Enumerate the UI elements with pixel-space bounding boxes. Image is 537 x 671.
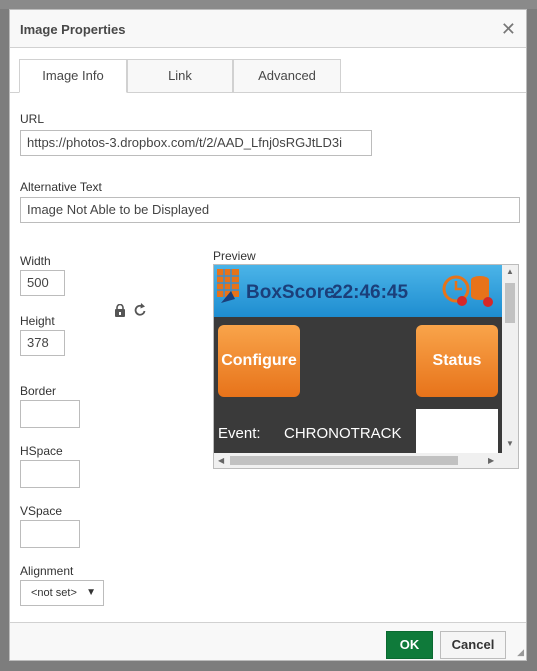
hspace-input[interactable] xyxy=(20,460,80,488)
vspace-input[interactable] xyxy=(20,520,80,548)
preview-label: Preview xyxy=(213,249,256,263)
preview-horizontal-scrollbar[interactable]: ◀ ▶ xyxy=(214,453,518,468)
tab-image-info[interactable]: Image Info xyxy=(19,59,127,93)
tab-bar: Image Info Link Advanced xyxy=(10,59,526,93)
alt-text-input[interactable]: Image Not Able to be Displayed xyxy=(20,197,520,223)
preview-status-button: Status xyxy=(416,325,498,397)
border-input[interactable] xyxy=(20,400,80,428)
preview-pane[interactable]: BoxScore 22:46:45 Configure Status Event… xyxy=(213,264,519,469)
alignment-select[interactable]: <not set> ▼ xyxy=(20,580,104,606)
preview-image: BoxScore 22:46:45 Configure Status Event… xyxy=(214,265,502,453)
cancel-button[interactable]: Cancel xyxy=(440,631,506,659)
dialog-titlebar: Image Properties ✕ xyxy=(10,10,526,48)
grid-logo-icon xyxy=(217,269,239,303)
tab-advanced[interactable]: Advanced xyxy=(233,59,341,93)
width-input[interactable]: 500 xyxy=(20,270,65,296)
url-label: URL xyxy=(20,112,45,126)
clock-database-icon xyxy=(442,275,493,307)
preview-image-header: BoxScore 22:46:45 xyxy=(214,265,502,317)
alt-text-label: Alternative Text xyxy=(20,180,102,194)
url-input[interactable]: https://photos-3.dropbox.com/t/2/AAD_Lfn… xyxy=(20,130,372,156)
resize-grip-icon[interactable]: ◢ xyxy=(517,647,524,658)
border-label: Border xyxy=(20,384,57,398)
tab-link[interactable]: Link xyxy=(127,59,233,93)
vertical-scroll-thumb[interactable] xyxy=(505,283,515,323)
dialog-title: Image Properties xyxy=(20,22,126,37)
preview-white-panel xyxy=(416,409,498,453)
ok-button[interactable]: OK xyxy=(386,631,433,659)
width-label: Width xyxy=(20,254,51,268)
hspace-label: HSpace xyxy=(20,444,63,458)
alignment-label: Alignment xyxy=(20,564,74,578)
dropdown-arrow-icon: ▼ xyxy=(86,587,96,598)
dialog-footer: OK Cancel ◢ xyxy=(10,622,526,660)
scroll-down-icon[interactable]: ▼ xyxy=(506,439,514,448)
scroll-right-icon[interactable]: ▶ xyxy=(488,456,494,465)
scroll-up-icon[interactable]: ▲ xyxy=(506,267,514,276)
height-label: Height xyxy=(20,314,55,328)
image-properties-dialog: Image Properties ✕ Image Info Link Advan… xyxy=(9,9,527,661)
horizontal-scroll-thumb[interactable] xyxy=(230,456,458,465)
preview-event-value: CHRONOTRACK xyxy=(284,425,402,442)
preview-configure-button: Configure xyxy=(218,325,300,397)
reset-size-icon[interactable] xyxy=(134,303,147,320)
preview-app-name: BoxScore xyxy=(246,282,335,303)
vspace-label: VSpace xyxy=(20,504,63,518)
preview-event-label: Event: xyxy=(218,425,261,442)
preview-vertical-scrollbar[interactable]: ▲ ▼ xyxy=(502,265,518,453)
alignment-value: <not set> xyxy=(31,587,77,599)
scroll-left-icon[interactable]: ◀ xyxy=(218,456,224,465)
close-icon[interactable]: ✕ xyxy=(501,19,516,39)
lock-icon[interactable] xyxy=(114,303,126,320)
height-input[interactable]: 378 xyxy=(20,330,65,356)
preview-time: 22:46:45 xyxy=(332,282,409,303)
